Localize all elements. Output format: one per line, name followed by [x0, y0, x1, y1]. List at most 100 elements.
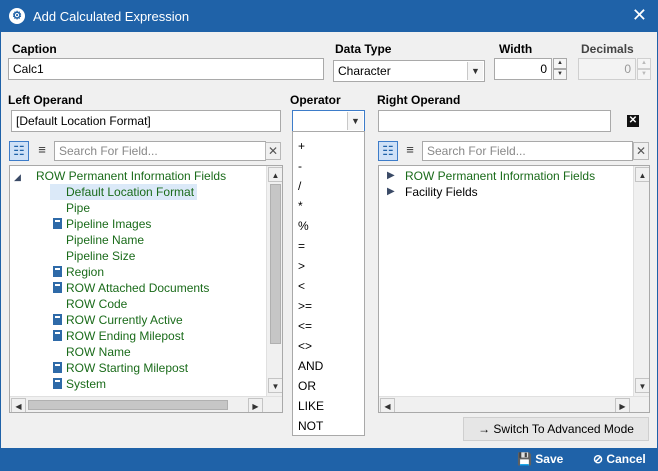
- calculator-icon: [53, 362, 62, 373]
- operator-option[interactable]: *: [298, 198, 303, 214]
- width-label: Width: [499, 42, 533, 56]
- right-operand-input[interactable]: [378, 110, 611, 132]
- tree-root-node[interactable]: ROW Permanent Information Fields: [36, 168, 226, 184]
- scroll-thumb[interactable]: [270, 184, 281, 344]
- calculator-icon: [53, 266, 62, 277]
- spin-down-icon[interactable]: ▼: [553, 69, 567, 80]
- calculator-icon: [53, 218, 62, 229]
- save-icon: 💾: [517, 452, 532, 466]
- scroll-right-icon[interactable]: ▶: [248, 398, 263, 412]
- left-search-input[interactable]: Search For Field...: [54, 141, 266, 161]
- list-view-button[interactable]: ≡: [32, 141, 52, 161]
- operator-option[interactable]: >: [298, 258, 305, 274]
- scroll-up-icon[interactable]: ▲: [635, 167, 649, 182]
- dialog-window: ⚙ Add Calculated Expression ✕ Caption Ca…: [0, 0, 658, 471]
- operator-option[interactable]: >=: [298, 298, 312, 314]
- tree-item-label: ROW Currently Active: [66, 313, 183, 327]
- left-field-tree: ◢ ROW Permanent Information Fields Defau…: [9, 165, 283, 413]
- operator-option[interactable]: OR: [298, 378, 316, 394]
- operator-select[interactable]: ▼: [292, 110, 365, 132]
- clear-right-operand-icon[interactable]: ✕: [627, 115, 639, 127]
- tree-item[interactable]: Pipeline Images: [53, 216, 151, 232]
- calculator-icon: [53, 314, 62, 325]
- operator-option[interactable]: <>: [298, 338, 312, 354]
- tree-item[interactable]: ROW Ending Milepost: [53, 328, 184, 344]
- cancel-icon: ⊘: [593, 452, 604, 466]
- tree-item[interactable]: Pipeline Name: [66, 232, 144, 248]
- tree-item[interactable]: ROW Currently Active: [53, 312, 183, 328]
- left-search-clear-icon[interactable]: ✕: [265, 142, 281, 160]
- operator-option[interactable]: LIKE: [298, 398, 324, 414]
- scroll-thumb[interactable]: [28, 400, 228, 410]
- operator-dropdown-list: + - / * % = > < >= <= <> AND OR LIKE NOT: [292, 131, 365, 436]
- cancel-button[interactable]: ⊘ Cancel: [593, 452, 646, 466]
- tree-view-button[interactable]: ☷: [378, 141, 398, 161]
- close-icon[interactable]: ✕: [632, 5, 647, 25]
- operator-option[interactable]: /: [298, 178, 301, 194]
- tree-item[interactable]: Default Location Format: [50, 184, 198, 200]
- operator-option[interactable]: %: [298, 218, 309, 234]
- decimals-input: 0: [578, 58, 636, 80]
- save-button[interactable]: 💾 Save: [517, 452, 563, 466]
- left-operand-label: Left Operand: [8, 93, 83, 107]
- calculator-icon: [53, 282, 62, 293]
- right-field-tree: ▶ ROW Permanent Information Fields ▶ Fac…: [378, 165, 650, 413]
- operator-option[interactable]: -: [298, 158, 302, 174]
- chevron-down-icon[interactable]: ▼: [467, 62, 483, 80]
- scroll-left-icon[interactable]: ◀: [11, 398, 26, 412]
- tree-root-node[interactable]: Facility Fields: [405, 184, 478, 200]
- scroll-down-icon[interactable]: ▼: [268, 378, 282, 393]
- tree-view-button[interactable]: ☷: [9, 141, 29, 161]
- tree-item[interactable]: Pipe: [66, 200, 90, 216]
- tree-item[interactable]: Pipeline Size: [66, 248, 135, 264]
- tree-item-label: Region: [66, 265, 105, 279]
- title-bar: ⚙ Add Calculated Expression ✕: [1, 1, 657, 32]
- tree-view-icon: ☷: [13, 143, 25, 158]
- list-view-button[interactable]: ≡: [400, 141, 420, 161]
- right-operand-label: Right Operand: [377, 93, 461, 107]
- expand-caret-icon[interactable]: ▶: [387, 170, 395, 181]
- decimals-spinner: ▲ ▼: [637, 58, 651, 80]
- tree-item[interactable]: ROW Attached Documents: [53, 280, 209, 296]
- chevron-down-icon[interactable]: ▼: [347, 112, 363, 130]
- calculator-icon: [53, 378, 62, 389]
- left-horizontal-scrollbar[interactable]: ◀ ▶: [10, 396, 282, 412]
- left-operand-input[interactable]: [Default Location Format]: [11, 110, 281, 132]
- expand-caret-icon[interactable]: ◢: [14, 172, 21, 183]
- data-type-select[interactable]: Character ▼: [333, 60, 485, 82]
- scroll-down-icon[interactable]: ▼: [635, 378, 649, 393]
- tree-item[interactable]: Region: [53, 264, 104, 280]
- tree-root-node[interactable]: ROW Permanent Information Fields: [405, 168, 595, 184]
- operator-option[interactable]: =: [298, 238, 305, 254]
- switch-advanced-mode-button[interactable]: → Switch To Advanced Mode: [463, 417, 649, 441]
- tree-item-label: System: [66, 377, 107, 391]
- save-label: Save: [535, 452, 564, 466]
- expand-caret-icon[interactable]: ▶: [387, 186, 395, 197]
- app-logo-icon: ⚙: [9, 8, 25, 24]
- scroll-up-icon[interactable]: ▲: [268, 167, 282, 182]
- arrow-right-icon: →: [478, 422, 491, 436]
- operator-option[interactable]: AND: [298, 358, 323, 374]
- width-input[interactable]: 0: [494, 58, 552, 80]
- left-vertical-scrollbar[interactable]: ▲ ▼: [266, 166, 282, 396]
- width-spinner[interactable]: ▲ ▼: [553, 58, 567, 80]
- operator-option[interactable]: <: [298, 278, 305, 294]
- right-search-clear-icon[interactable]: ✕: [633, 142, 649, 160]
- spin-up-icon[interactable]: ▲: [553, 58, 567, 69]
- tree-item[interactable]: ROW Starting Milepost: [53, 360, 188, 376]
- operator-option[interactable]: NOT: [298, 418, 323, 434]
- operator-option[interactable]: <=: [298, 318, 312, 334]
- right-horizontal-scrollbar[interactable]: ◀ ▶: [379, 396, 649, 412]
- tree-item-label: ROW Ending Milepost: [66, 329, 185, 343]
- data-type-label: Data Type: [335, 42, 392, 56]
- caption-input[interactable]: Calc1: [8, 58, 324, 80]
- tree-item[interactable]: System: [53, 376, 106, 392]
- scroll-right-icon[interactable]: ▶: [615, 398, 630, 412]
- right-search-input[interactable]: Search For Field...: [422, 141, 633, 161]
- tree-item[interactable]: ROW Name: [66, 344, 131, 360]
- right-vertical-scrollbar[interactable]: ▲ ▼: [633, 166, 649, 396]
- tree-item-label: ROW Starting Milepost: [66, 361, 189, 375]
- tree-item[interactable]: ROW Code: [66, 296, 127, 312]
- operator-option[interactable]: +: [298, 138, 305, 154]
- scroll-left-icon[interactable]: ◀: [380, 398, 395, 412]
